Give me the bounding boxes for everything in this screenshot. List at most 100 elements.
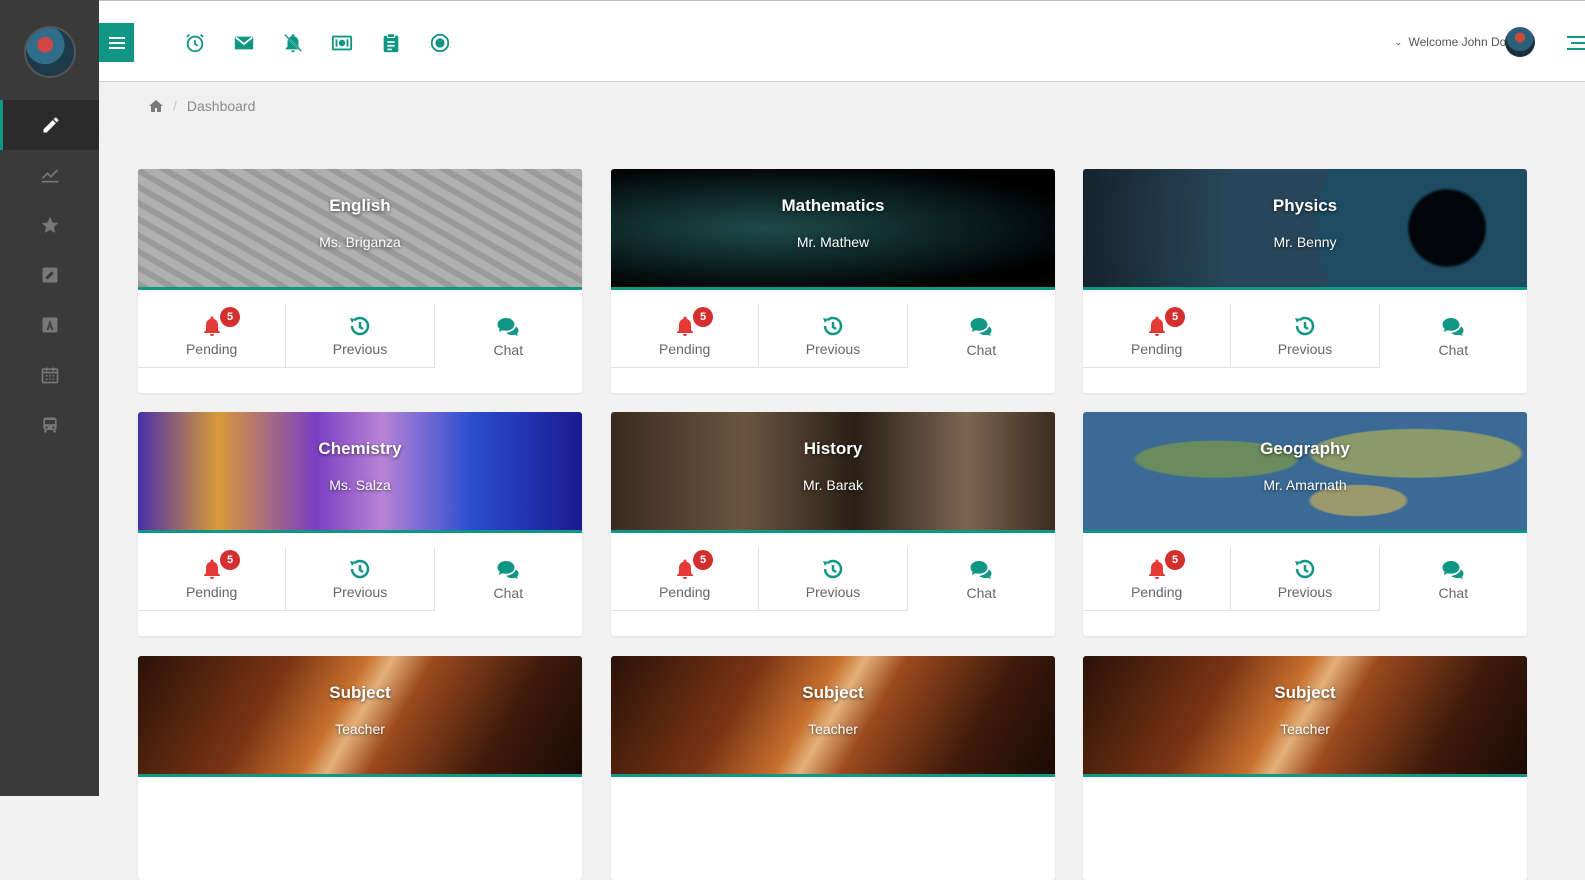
- sidebar-item-chart[interactable]: [0, 150, 99, 200]
- history-icon: [822, 559, 843, 579]
- previous-button[interactable]: Previous: [1231, 304, 1380, 368]
- chat-button[interactable]: Chat: [1380, 547, 1527, 611]
- history-icon: [349, 559, 370, 579]
- teacher-name: Mr. Barak: [803, 477, 863, 493]
- pending-count-badge: 5: [1165, 307, 1185, 327]
- sidebar-item-calendar[interactable]: [0, 350, 99, 400]
- user-menu[interactable]: ⌄ Welcome John Doe: [1394, 35, 1513, 49]
- pending-count-badge: 5: [693, 307, 713, 327]
- pending-count-badge: 5: [693, 550, 713, 570]
- list-icon: [108, 36, 125, 49]
- previous-label: Previous: [805, 584, 861, 600]
- subject-card: Subject Teacher: [1083, 656, 1527, 880]
- subject-title: English: [329, 196, 391, 215]
- comments-icon: [497, 560, 519, 579]
- previous-label: Previous: [1277, 341, 1333, 357]
- history-icon: [349, 316, 370, 336]
- subject-banner[interactable]: Mathematics Mr. Mathew: [611, 169, 1055, 290]
- star-icon: [41, 216, 58, 233]
- sidebar: [0, 0, 99, 796]
- record-icon[interactable]: [429, 32, 451, 54]
- previous-button[interactable]: Previous: [759, 547, 908, 611]
- pending-button[interactable]: 5 Pending: [1083, 304, 1232, 368]
- subject-banner[interactable]: Chemistry Ms. Salza: [138, 412, 582, 533]
- chat-label: Chat: [1438, 584, 1469, 601]
- sidebar-item-pencil[interactable]: [0, 100, 99, 150]
- card-actions: 5 Pending Previous Chat: [138, 304, 582, 368]
- teacher-name: Ms. Briganza: [319, 234, 401, 250]
- pending-label: Pending: [185, 584, 238, 600]
- pending-button[interactable]: 5 Pending: [138, 547, 287, 611]
- sidebar-item-edit[interactable]: [0, 250, 99, 300]
- previous-label: Previous: [332, 341, 388, 357]
- card-actions: 5 Pending Previous Chat: [1083, 547, 1527, 611]
- teacher-name: Mr. Mathew: [796, 234, 870, 250]
- teacher-name: Teacher: [335, 721, 385, 737]
- money-icon[interactable]: [331, 32, 353, 54]
- sidebar-item-star[interactable]: [0, 200, 99, 250]
- history-icon: [1294, 559, 1315, 579]
- subject-title: Subject: [329, 683, 391, 702]
- hamburger-menu-icon[interactable]: [1567, 34, 1585, 52]
- bell-off-icon[interactable]: [282, 32, 304, 54]
- top-icon-bar: [184, 32, 451, 54]
- sidebar-item-bus[interactable]: [0, 400, 99, 450]
- chat-button[interactable]: Chat: [908, 547, 1055, 611]
- subject-banner[interactable]: Geography Mr. Amarnath: [1083, 412, 1527, 533]
- subject-title: History: [803, 439, 863, 458]
- card-actions: 5 Pending Previous Chat: [611, 304, 1055, 368]
- previous-button[interactable]: Previous: [1231, 547, 1380, 611]
- pending-button[interactable]: 5 Pending: [611, 304, 760, 368]
- breadcrumb: / Dashboard: [99, 83, 1585, 129]
- comments-icon: [497, 317, 519, 336]
- chat-button[interactable]: Chat: [435, 304, 582, 368]
- menu-toggle-button[interactable]: [99, 23, 134, 62]
- previous-button[interactable]: Previous: [286, 304, 435, 368]
- chat-button[interactable]: Chat: [1380, 304, 1527, 368]
- subject-card: Physics Mr. Benny 5 Pending Previous Cha…: [1083, 169, 1527, 393]
- pending-count-badge: 5: [220, 307, 240, 327]
- font-icon: [42, 317, 57, 333]
- subject-banner[interactable]: History Mr. Barak: [611, 412, 1055, 533]
- chat-button[interactable]: Chat: [908, 304, 1055, 368]
- comments-icon: [970, 317, 992, 336]
- pending-button[interactable]: 5 Pending: [611, 547, 760, 611]
- home-icon[interactable]: [149, 100, 163, 112]
- envelope-icon[interactable]: [233, 32, 255, 54]
- previous-label: Previous: [332, 584, 388, 600]
- user-avatar[interactable]: [1505, 27, 1535, 57]
- card-actions: 5 Pending Previous Chat: [138, 547, 582, 611]
- profile-avatar[interactable]: [24, 26, 76, 78]
- edit-icon: [42, 267, 57, 283]
- pending-count-badge: 5: [220, 550, 240, 570]
- chat-button[interactable]: Chat: [435, 547, 582, 611]
- previous-button[interactable]: Previous: [759, 304, 908, 368]
- pending-label: Pending: [1130, 341, 1183, 357]
- subject-banner[interactable]: Subject Teacher: [1083, 656, 1527, 777]
- subject-card: Geography Mr. Amarnath 5 Pending Previou…: [1083, 412, 1527, 636]
- sidebar-item-font[interactable]: [0, 300, 99, 350]
- subject-banner[interactable]: Subject Teacher: [138, 656, 582, 777]
- chat-label: Chat: [966, 584, 997, 601]
- chart-line-icon: [41, 169, 58, 183]
- pending-label: Pending: [1130, 584, 1183, 600]
- teacher-name: Teacher: [1280, 721, 1330, 737]
- top-bar: ⌄ Welcome John Doe: [99, 0, 1585, 82]
- card-actions: 5 Pending Previous Chat: [611, 547, 1055, 611]
- subject-title: Chemistry: [318, 439, 402, 458]
- subject-banner[interactable]: Physics Mr. Benny: [1083, 169, 1527, 290]
- breadcrumb-separator: /: [173, 98, 177, 114]
- subject-banner[interactable]: English Ms. Briganza: [138, 169, 582, 290]
- previous-button[interactable]: Previous: [286, 547, 435, 611]
- card-actions: 5 Pending Previous Chat: [1083, 304, 1527, 368]
- subject-banner[interactable]: Subject Teacher: [611, 656, 1055, 777]
- pending-button[interactable]: 5 Pending: [138, 304, 287, 368]
- subject-title: Geography: [1260, 439, 1350, 458]
- subject-title: Subject: [802, 683, 864, 702]
- chat-label: Chat: [493, 584, 524, 601]
- clipboard-icon[interactable]: [380, 32, 402, 54]
- alarm-clock-icon[interactable]: [184, 32, 206, 54]
- pending-label: Pending: [185, 341, 238, 357]
- pending-button[interactable]: 5 Pending: [1083, 547, 1232, 611]
- comments-icon: [1442, 317, 1464, 336]
